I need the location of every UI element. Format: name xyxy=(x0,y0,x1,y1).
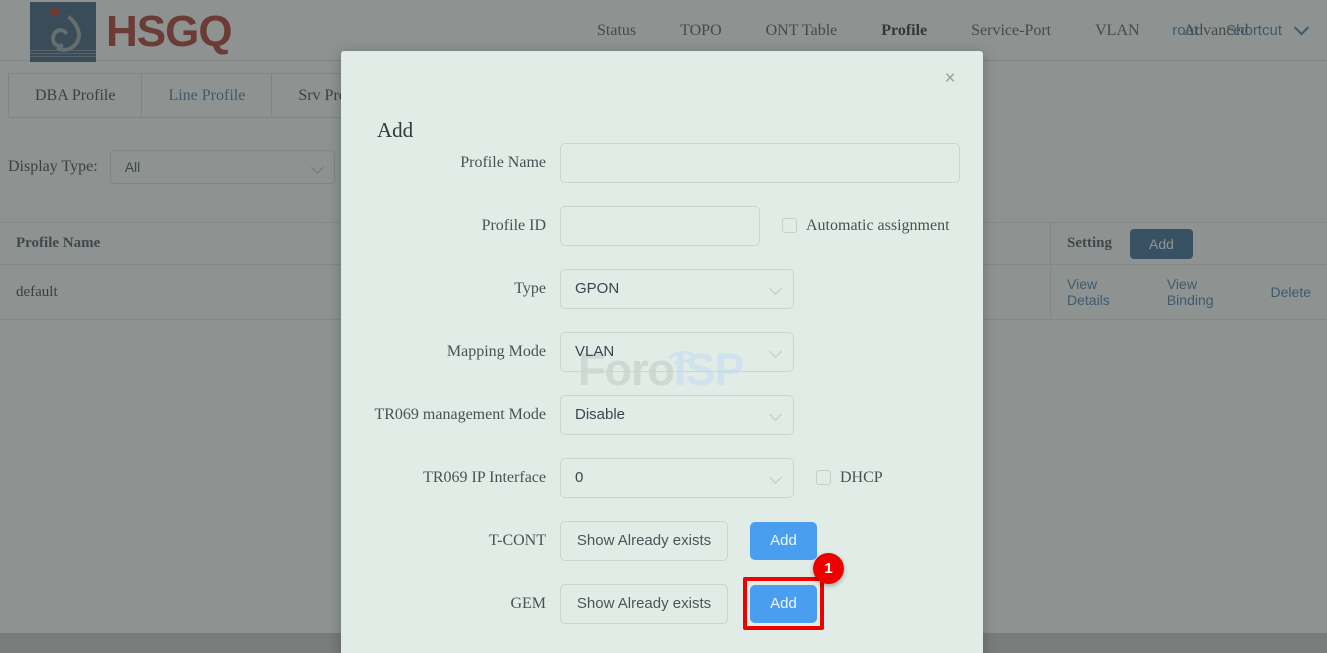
form-row-type: Type GPON xyxy=(341,257,983,320)
type-label: Type xyxy=(514,279,546,297)
mapping-mode-label: Mapping Mode xyxy=(446,342,546,360)
add-profile-dialog: Add × ForoISP Profile Name Profile ID Au… xyxy=(341,51,983,653)
form-row-tr069-mode: TR069 management Mode Disable xyxy=(341,383,983,446)
tcont-add-button[interactable]: Add xyxy=(750,521,817,560)
mapping-mode-value: VLAN xyxy=(575,343,615,360)
automatic-assignment-label: Automatic assignment xyxy=(806,216,950,234)
form-row-mapping-mode: Mapping Mode VLAN xyxy=(341,320,983,383)
tcont-label: T-CONT xyxy=(488,531,546,549)
dhcp-checkbox[interactable]: DHCP xyxy=(816,469,883,487)
chevron-down-icon xyxy=(769,470,782,484)
chevron-down-icon xyxy=(769,281,782,295)
tr069-mode-value: Disable xyxy=(575,406,626,423)
chevron-down-icon xyxy=(769,407,782,421)
gem-add-button-wrapper: Add 1 xyxy=(743,552,844,630)
chevron-down-icon xyxy=(769,344,782,358)
tr069-mode-select[interactable]: Disable xyxy=(560,394,794,435)
gem-add-button[interactable]: Add xyxy=(750,584,817,623)
form-row-tr069-ip: TR069 IP Interface 0 DHCP xyxy=(341,446,983,509)
dhcp-label: DHCP xyxy=(840,468,883,486)
tr069-mode-label: TR069 management Mode xyxy=(374,405,546,423)
gem-label: GEM xyxy=(510,594,546,612)
close-icon[interactable]: × xyxy=(939,69,961,91)
checkbox-icon[interactable] xyxy=(816,470,831,485)
profile-name-label: Profile Name xyxy=(460,153,546,171)
type-select[interactable]: GPON xyxy=(560,268,794,309)
checkbox-icon[interactable] xyxy=(782,218,797,233)
tr069-ip-value: 0 xyxy=(575,469,584,486)
tcont-show-existing-button[interactable]: Show Already exists xyxy=(560,520,728,561)
form-row-profile-name: Profile Name xyxy=(341,131,983,194)
tr069-ip-select[interactable]: 0 xyxy=(560,457,794,498)
profile-id-input[interactable] xyxy=(560,205,760,246)
action-step-badge: 1 xyxy=(813,552,844,584)
app-root: HSGQ Status TOPO ONT Table Profile Servi… xyxy=(0,0,1327,653)
profile-id-label: Profile ID xyxy=(481,216,546,234)
mapping-mode-select[interactable]: VLAN xyxy=(560,331,794,372)
form-row-gem: GEM Show Already exists Add 1 xyxy=(341,552,983,635)
type-value: GPON xyxy=(575,280,620,297)
form-row-profile-id: Profile ID Automatic assignment xyxy=(341,194,983,257)
add-profile-form: Profile Name Profile ID Automatic assign… xyxy=(341,131,983,635)
automatic-assignment-checkbox[interactable]: Automatic assignment xyxy=(782,217,950,235)
gem-show-existing-button[interactable]: Show Already exists xyxy=(560,583,728,624)
tr069-ip-label: TR069 IP Interface xyxy=(423,468,546,486)
form-row-tcont: T-CONT Show Already exists Add xyxy=(341,509,983,572)
profile-name-input[interactable] xyxy=(560,142,960,183)
